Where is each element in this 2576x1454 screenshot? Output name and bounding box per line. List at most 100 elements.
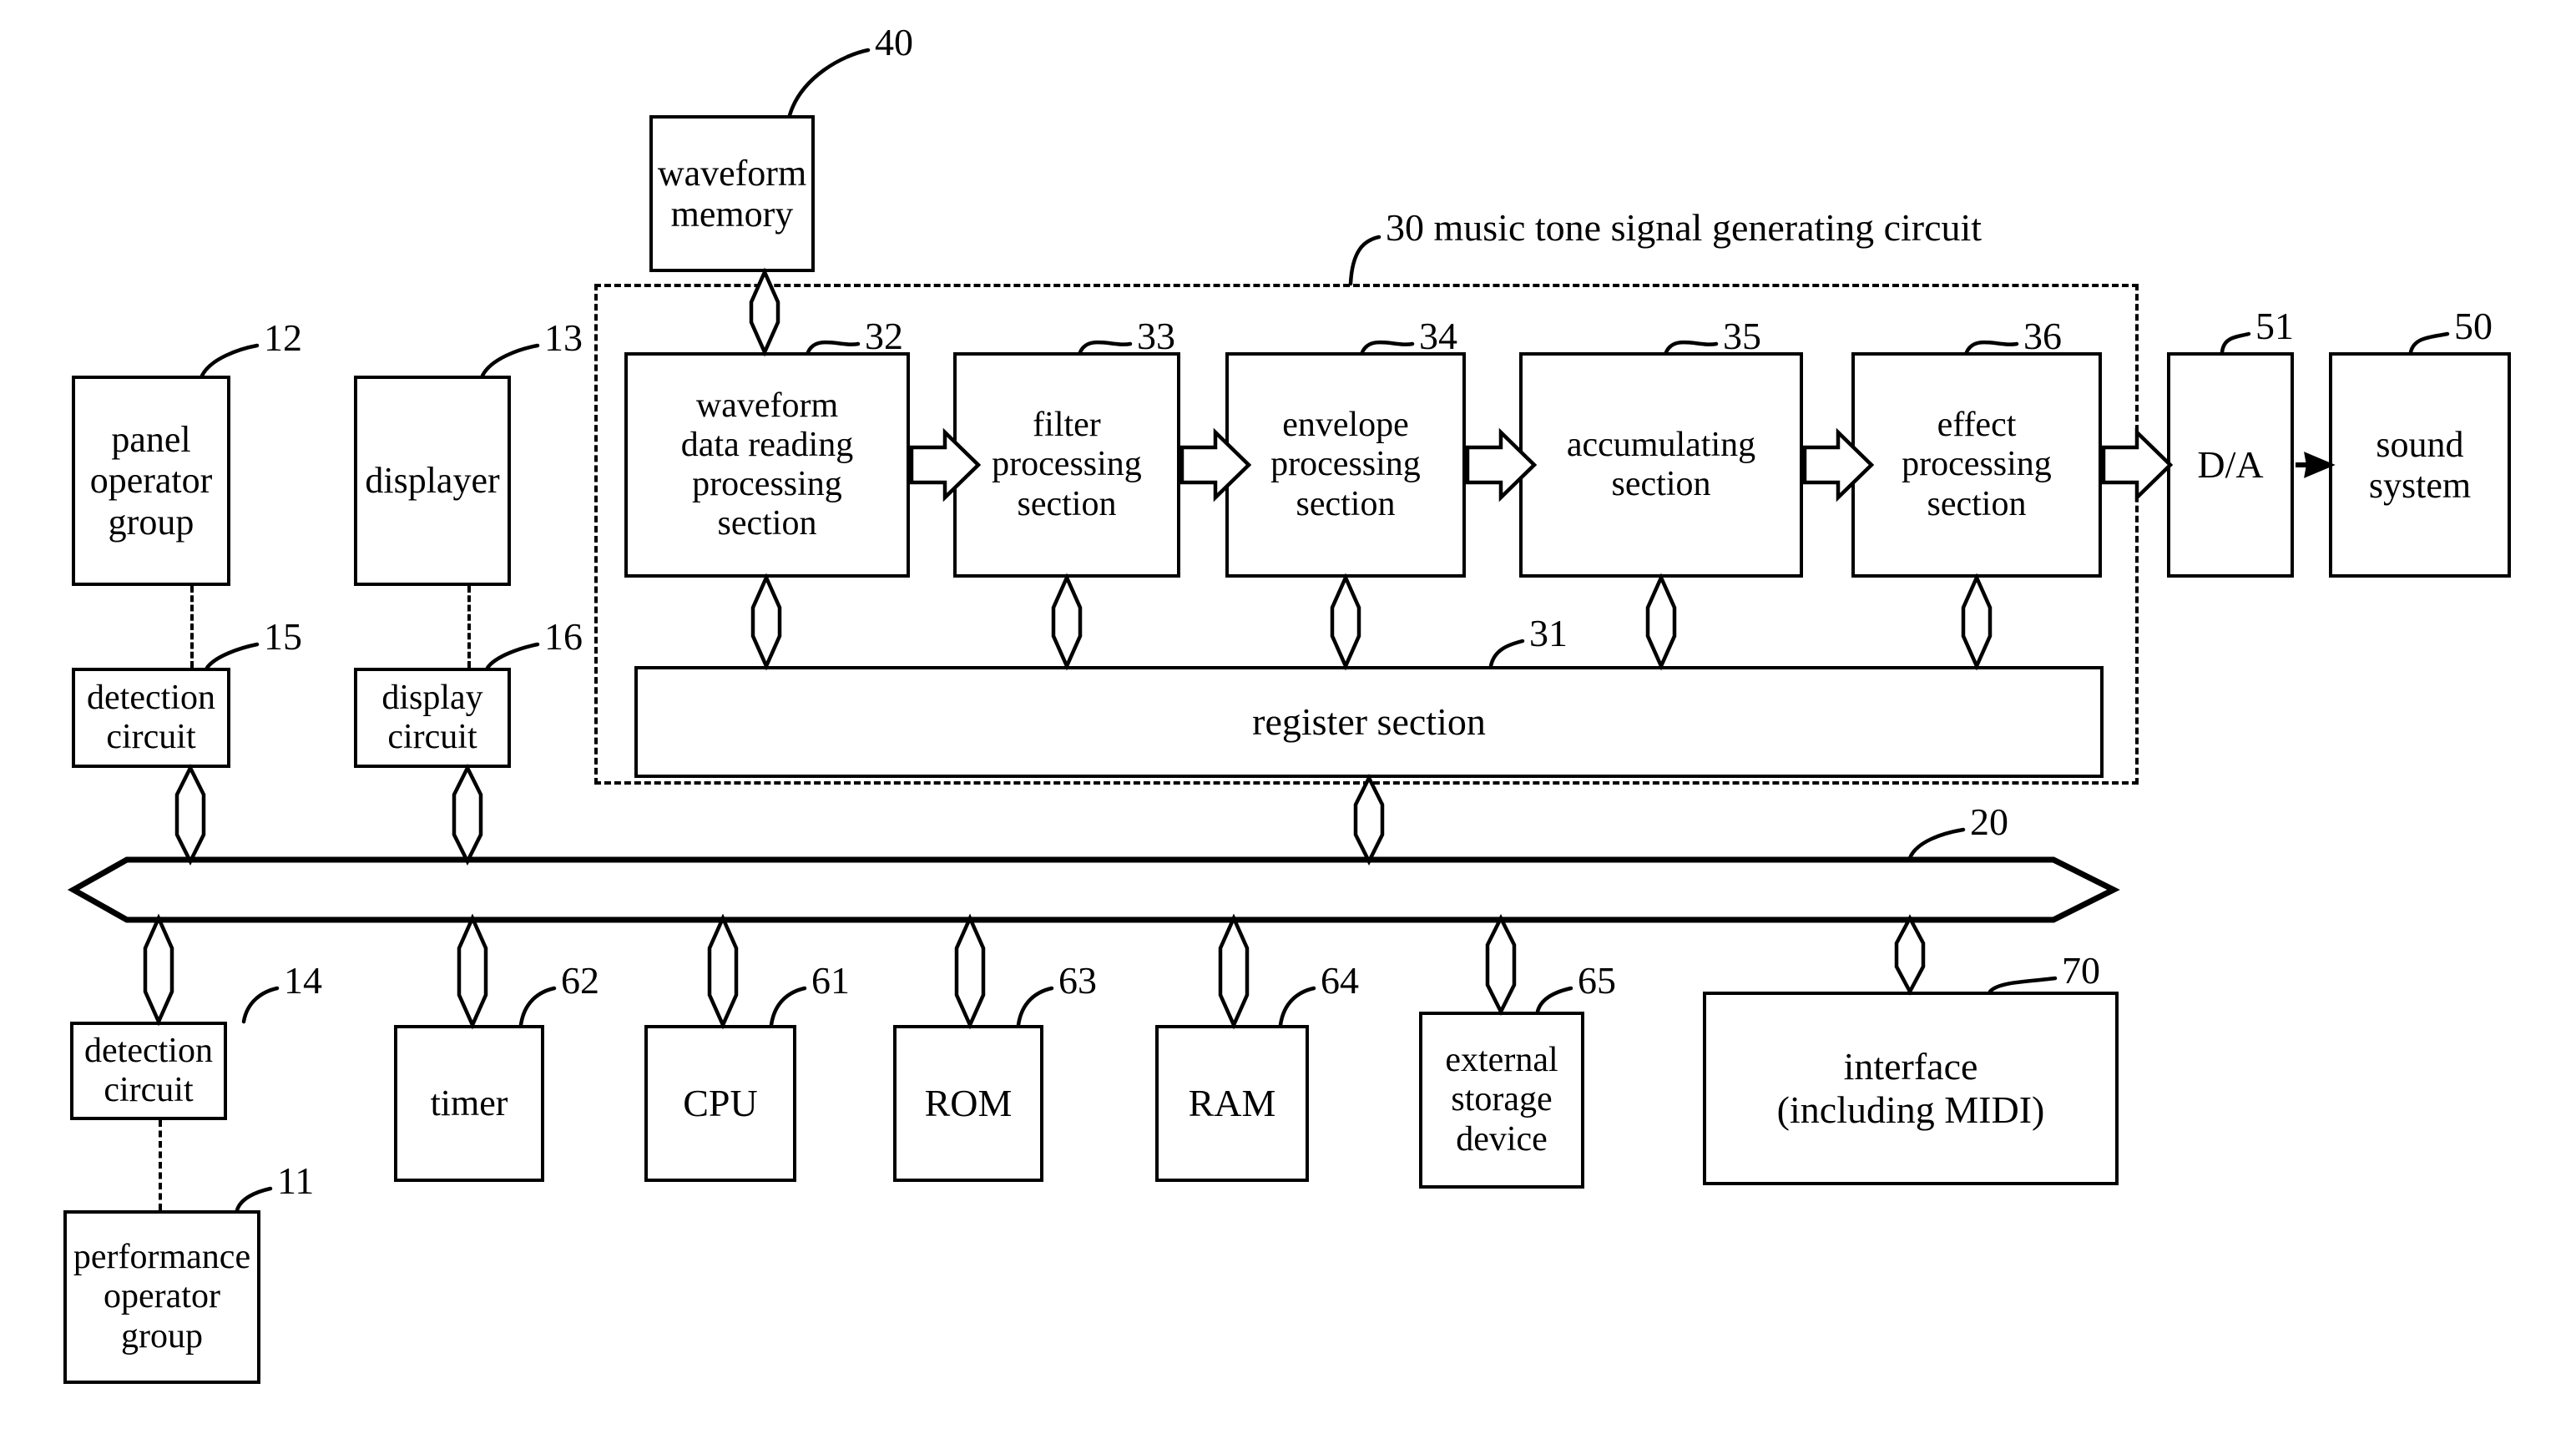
block-line: section <box>1017 484 1117 523</box>
block-line: RAM <box>1188 1082 1276 1125</box>
ref-40: 40 <box>875 21 913 63</box>
leader-51 <box>2220 331 2251 355</box>
block-line: waveform <box>695 386 839 425</box>
ref-65: 65 <box>1578 959 1616 1002</box>
ref-33: 33 <box>1137 315 1175 357</box>
block-waveform-memory: waveform memory <box>649 115 815 272</box>
double-arrow-bus-detection14 <box>143 913 174 1027</box>
block-display-circuit-16: display circuit <box>354 668 511 768</box>
block-line: section <box>1927 484 2027 523</box>
ref-13: 13 <box>544 316 583 359</box>
block-line: processing <box>1270 445 1421 484</box>
block-timer: timer <box>394 1025 544 1182</box>
block-line: storage <box>1451 1080 1553 1119</box>
block-waveform-data-reading-processing-section: waveform data reading processing section <box>624 352 910 578</box>
ref-62: 62 <box>561 959 599 1002</box>
ref-31: 31 <box>1529 612 1568 654</box>
block-line: register section <box>1252 700 1486 744</box>
leader-63 <box>1016 986 1054 1027</box>
dotted-link-detection14-to-performance <box>159 1120 162 1210</box>
double-arrow-bus-interface <box>1894 914 1926 996</box>
leader-30 <box>1348 235 1381 286</box>
leader-61 <box>769 986 807 1027</box>
leader-13 <box>480 343 540 378</box>
block-register-section: register section <box>634 666 2104 778</box>
block-ram: RAM <box>1155 1025 1309 1182</box>
block-line: displayer <box>365 460 500 502</box>
block-line: D/A <box>2197 443 2264 487</box>
leader-50 <box>2408 331 2450 355</box>
dotted-link-panel-to-detection15 <box>190 586 194 668</box>
block-line: processing <box>1902 445 2052 484</box>
block-line: waveform <box>657 152 807 194</box>
ref-16: 16 <box>544 615 583 658</box>
block-line: section <box>717 504 817 543</box>
leader-62 <box>518 986 557 1027</box>
double-arrow-bus-cpu <box>707 913 739 1030</box>
leader-65 <box>1535 986 1573 1014</box>
block-panel-operator-group: panel operator group <box>72 376 230 586</box>
ref-36: 36 <box>2023 315 2062 357</box>
double-arrow-detection15-bus <box>174 763 206 866</box>
block-line: group <box>108 501 194 543</box>
block-line: detection <box>87 678 215 717</box>
block-interface: interface (including MIDI) <box>1703 992 2119 1185</box>
block-line: circuit <box>104 1071 194 1109</box>
block-line: CPU <box>683 1082 758 1125</box>
block-detection-circuit-14: detection circuit <box>70 1022 227 1120</box>
block-line: detection <box>84 1031 213 1070</box>
double-arrow-bus-timer <box>457 913 488 1030</box>
ref-34: 34 <box>1419 315 1457 357</box>
leader-11 <box>235 1186 273 1213</box>
bus-20 <box>67 856 2120 923</box>
block-line: operator <box>104 1277 220 1316</box>
ref-15: 15 <box>264 615 302 658</box>
group-label-30: 30 music tone signal generating circuit <box>1386 206 1983 249</box>
ref-20: 20 <box>1970 800 2008 843</box>
block-performance-operator-group: performance operator group <box>63 1210 260 1384</box>
arrowhead-da-to-sound <box>2304 452 2336 478</box>
ref-14: 14 <box>284 959 322 1002</box>
block-line: operator <box>89 460 213 502</box>
block-line: effect <box>1937 406 2017 445</box>
block-line: envelope <box>1282 406 1409 445</box>
block-accumulating-section: accumulating section <box>1519 352 1803 578</box>
block-line: (including MIDI) <box>1776 1088 2045 1131</box>
ref-70: 70 <box>2062 949 2100 992</box>
block-detection-circuit-15: detection circuit <box>72 668 230 768</box>
block-line: section <box>1296 484 1396 523</box>
block-line: data reading <box>680 425 854 464</box>
block-filter-processing-section: filter processing section <box>953 352 1180 578</box>
dotted-link-displayer-to-display16 <box>467 586 471 668</box>
ref-35: 35 <box>1723 315 1761 357</box>
block-line: processing <box>992 445 1142 484</box>
ref-11: 11 <box>277 1159 315 1202</box>
block-line: accumulating <box>1566 425 1756 464</box>
ref-12: 12 <box>264 316 302 359</box>
leader-15 <box>205 642 260 670</box>
block-displayer: displayer <box>354 376 511 586</box>
leader-64 <box>1278 986 1316 1027</box>
block-line: ROM <box>924 1082 1013 1125</box>
double-arrow-bus-external-storage <box>1485 913 1517 1017</box>
block-line: sound <box>2376 423 2464 465</box>
block-line: interface <box>1843 1045 1978 1088</box>
block-line: group <box>120 1316 203 1356</box>
figure-canvas: 30 music tone signal generating circuit … <box>0 0 2576 1454</box>
double-arrow-display16-bus <box>452 763 483 866</box>
block-external-storage-device: external storage device <box>1419 1012 1584 1189</box>
block-envelope-processing-section: envelope processing section <box>1225 352 1466 578</box>
block-da-converter: D/A <box>2167 352 2294 578</box>
block-line: display <box>381 678 483 717</box>
block-line: external <box>1445 1041 1558 1080</box>
double-arrow-bus-rom <box>954 913 986 1030</box>
ref-51: 51 <box>2255 305 2294 347</box>
block-line: system <box>2368 465 2472 506</box>
block-line: memory <box>670 194 794 235</box>
double-arrow-bus-ram <box>1218 913 1250 1030</box>
block-line: panel <box>111 419 191 461</box>
block-rom: ROM <box>893 1025 1043 1182</box>
block-line: timer <box>430 1083 508 1124</box>
block-line: circuit <box>387 718 477 756</box>
leader-40 <box>787 48 871 118</box>
